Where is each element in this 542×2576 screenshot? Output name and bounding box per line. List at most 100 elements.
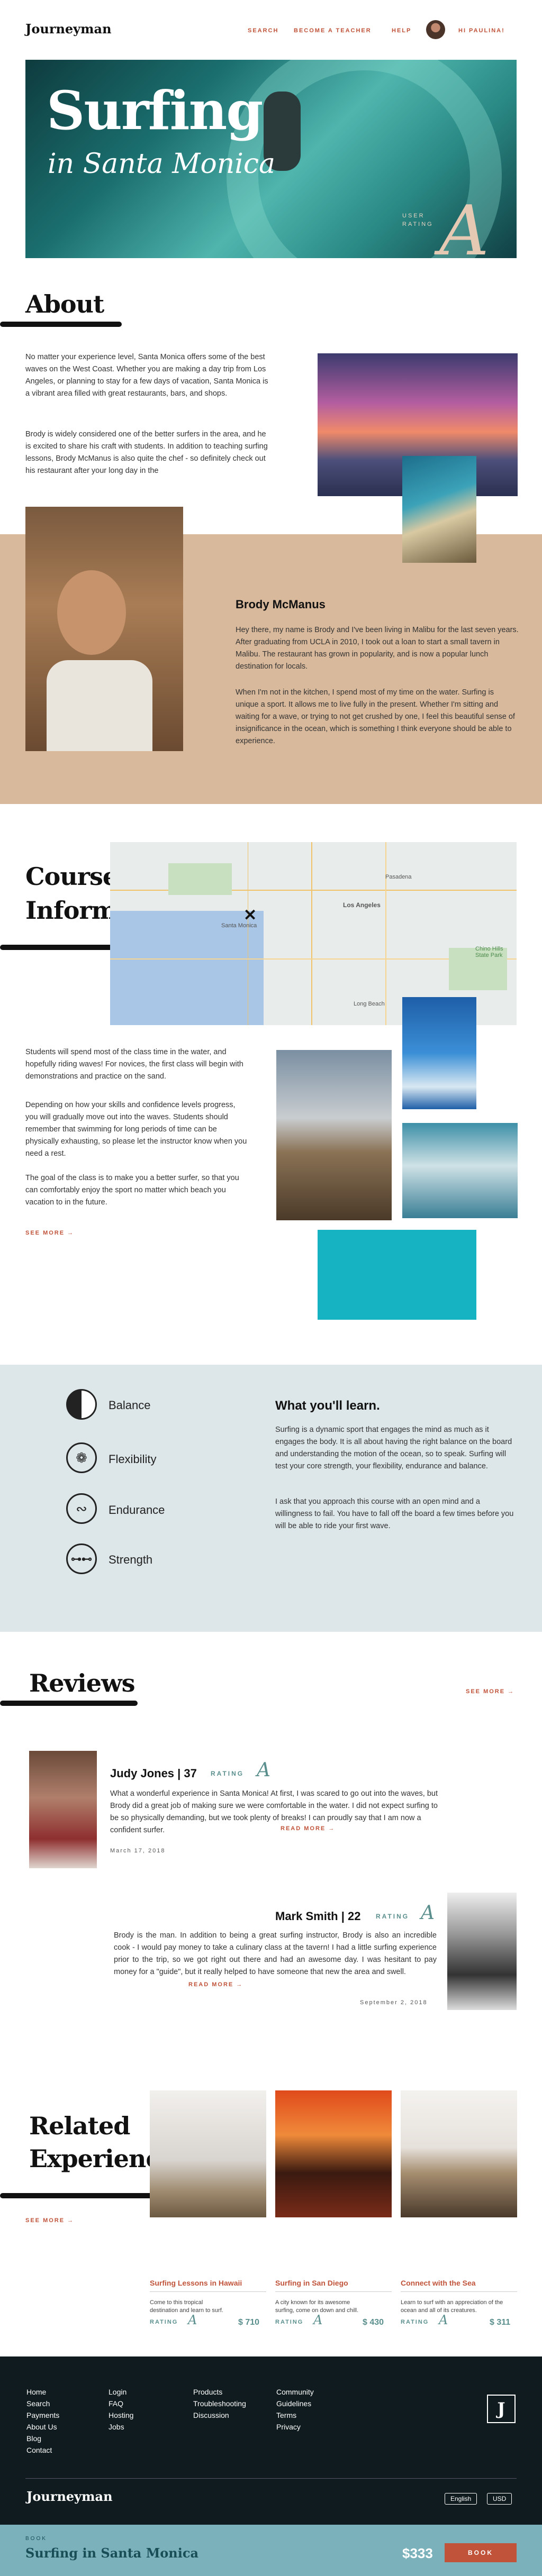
course-photo-wave [402,997,476,1109]
language-select[interactable]: English [445,2493,477,2505]
related-card-sandiego-divider [275,2291,392,2292]
review-read-more-mark[interactable]: READ MORE → [188,1981,243,1988]
hero-rating-label: USER RATING [402,213,433,227]
footer-link-faq[interactable]: FAQ [109,2398,133,2409]
course-heading-1: Course [25,862,118,891]
avatar[interactable] [426,20,445,39]
related-card-sandiego-rating: A [313,2313,323,2327]
course-photo-surfer [402,1123,518,1218]
review-read-more-judy[interactable]: READ MORE → [281,1825,335,1832]
review-avatar-mark [447,1893,517,2010]
skill-flexibility: Flexibility [109,1453,157,1466]
about-heading: About [25,290,104,318]
course-p2: Depending on how your skills and confide… [25,1101,247,1158]
dumbbell-icon: ⊶⊷ [66,1543,97,1574]
about-p1: No matter your experience level, Santa M… [25,353,268,398]
about-p2: Brody is widely considered one of the be… [25,430,268,475]
related-card-sea-rating-label: RATING [401,2319,429,2325]
related-card-sea-desc: Learn to surf with an appreciation of th… [401,2299,503,2314]
yin-yang-icon [66,1389,97,1420]
review-rating-label-mark: RATING [376,1913,410,1920]
reviews-see-more[interactable]: SEE MORE → [466,1688,514,1695]
footer-link-search[interactable]: Search [26,2398,59,2409]
footer-col-1: Home Search Payments About Us Blog Conta… [26,2386,59,2456]
related-card-sandiego-title[interactable]: Surfing in San Diego [275,2279,348,2287]
footer: Home Search Payments About Us Blog Conta… [0,2356,542,2525]
related-card-hawaii-rating: A [188,2313,197,2327]
footer-link-login[interactable]: Login [109,2386,133,2398]
instructor-photo [25,507,183,751]
review-text-judy: What a wonderful experience in Santa Mon… [110,1789,438,1834]
learn-p1: Surfing is a dynamic sport that engages … [275,1426,512,1470]
related-card-sandiego-image[interactable] [275,2090,392,2217]
currency-select[interactable]: USD [487,2493,512,2505]
related-brush [0,2193,153,2198]
review-rating-judy: A [257,1759,270,1781]
footer-link-guidelines[interactable]: Guidelines [276,2398,314,2409]
course-see-more[interactable]: SEE MORE → [25,1230,74,1236]
course-photo-aerial [318,1230,476,1320]
related-card-sandiego-price: $ 430 [363,2318,384,2327]
review-date-judy: March 17, 2018 [110,1848,166,1854]
booking-price: $333 [402,2545,433,2561]
footer-link-home[interactable]: Home [26,2386,59,2398]
map-label-los-angeles: Los Angeles [343,901,381,909]
footer-col-3: Products Troubleshooting Discussion [193,2386,246,2421]
flexibility-icon: ❁ [66,1442,97,1473]
nav-help[interactable]: HELP [392,28,411,34]
skill-endurance: Endurance [109,1503,165,1517]
map-marker-icon[interactable]: ✕ [243,908,257,924]
related-card-sea-divider [401,2291,517,2292]
course-p3: The goal of the class is to make you a b… [25,1174,239,1207]
course-p1: Students will spend most of the class ti… [25,1048,243,1081]
footer-link-contact[interactable]: Contact [26,2444,59,2456]
footer-link-jobs[interactable]: Jobs [109,2421,133,2433]
instructor-p1: Hey there, my name is Brody and I've bee… [236,626,519,671]
footer-link-products[interactable]: Products [193,2386,246,2398]
map-label-chino-hills: Chino Hills State Park [475,946,503,958]
related-card-hawaii-title[interactable]: Surfing Lessons in Hawaii [150,2279,242,2287]
related-card-sea-rating: A [439,2313,448,2327]
review-name-judy: Judy Jones | 37 [110,1767,197,1780]
footer-link-hosting[interactable]: Hosting [109,2409,133,2421]
reviews-heading: Reviews [29,1669,135,1697]
learn-p2: I ask that you approach this course with… [275,1497,514,1530]
related-card-sandiego-rating-label: RATING [275,2319,304,2325]
footer-link-payments[interactable]: Payments [26,2409,59,2421]
about-coast-image [402,456,476,563]
review-text-mark: Brody is the man. In addition to being a… [114,1931,437,1976]
nav-become-teacher[interactable]: BECOME A TEACHER [294,28,372,34]
hero-rating-value: A [439,190,489,271]
footer-link-about-us[interactable]: About Us [26,2421,59,2433]
footer-link-community[interactable]: Community [276,2386,314,2398]
related-card-sea-image[interactable] [401,2090,517,2217]
review-rating-mark: A [421,1902,435,1924]
about-brush [0,322,122,327]
footer-logo[interactable]: Journeyman [26,2489,113,2504]
related-card-sea-title[interactable]: Connect with the Sea [401,2279,476,2287]
reviews-brush [0,1701,138,1706]
footer-col-4: Community Guidelines Terms Privacy [276,2386,314,2433]
footer-link-terms[interactable]: Terms [276,2409,314,2421]
booking-label: BOOK [25,2536,47,2542]
hero-title: Surfing [47,79,263,142]
course-photo-beach [276,1050,392,1220]
related-card-hawaii-rating-label: RATING [150,2319,178,2325]
review-date-mark: September 2, 2018 [360,1999,428,2006]
endurance-icon: ∾ [66,1493,97,1524]
related-card-hawaii-divider [150,2291,266,2292]
footer-col-2: Login FAQ Hosting Jobs [109,2386,133,2433]
map-label-pasadena: Pasadena [385,874,412,880]
footer-link-discussion[interactable]: Discussion [193,2409,246,2421]
logo[interactable]: Journeyman [25,21,112,36]
nav-search[interactable]: SEARCH [248,28,278,34]
instructor-p2: When I'm not in the kitchen, I spend mos… [236,688,515,745]
user-greeting[interactable]: HI PAULINA! [458,28,505,34]
related-card-hawaii-image[interactable] [150,2090,266,2217]
footer-link-blog[interactable]: Blog [26,2433,59,2444]
review-name-mark: Mark Smith | 22 [275,1910,361,1923]
book-button[interactable]: BOOK [445,2543,517,2562]
footer-link-troubleshooting[interactable]: Troubleshooting [193,2398,246,2409]
related-see-more[interactable]: SEE MORE → [25,2217,74,2224]
footer-link-privacy[interactable]: Privacy [276,2421,314,2433]
